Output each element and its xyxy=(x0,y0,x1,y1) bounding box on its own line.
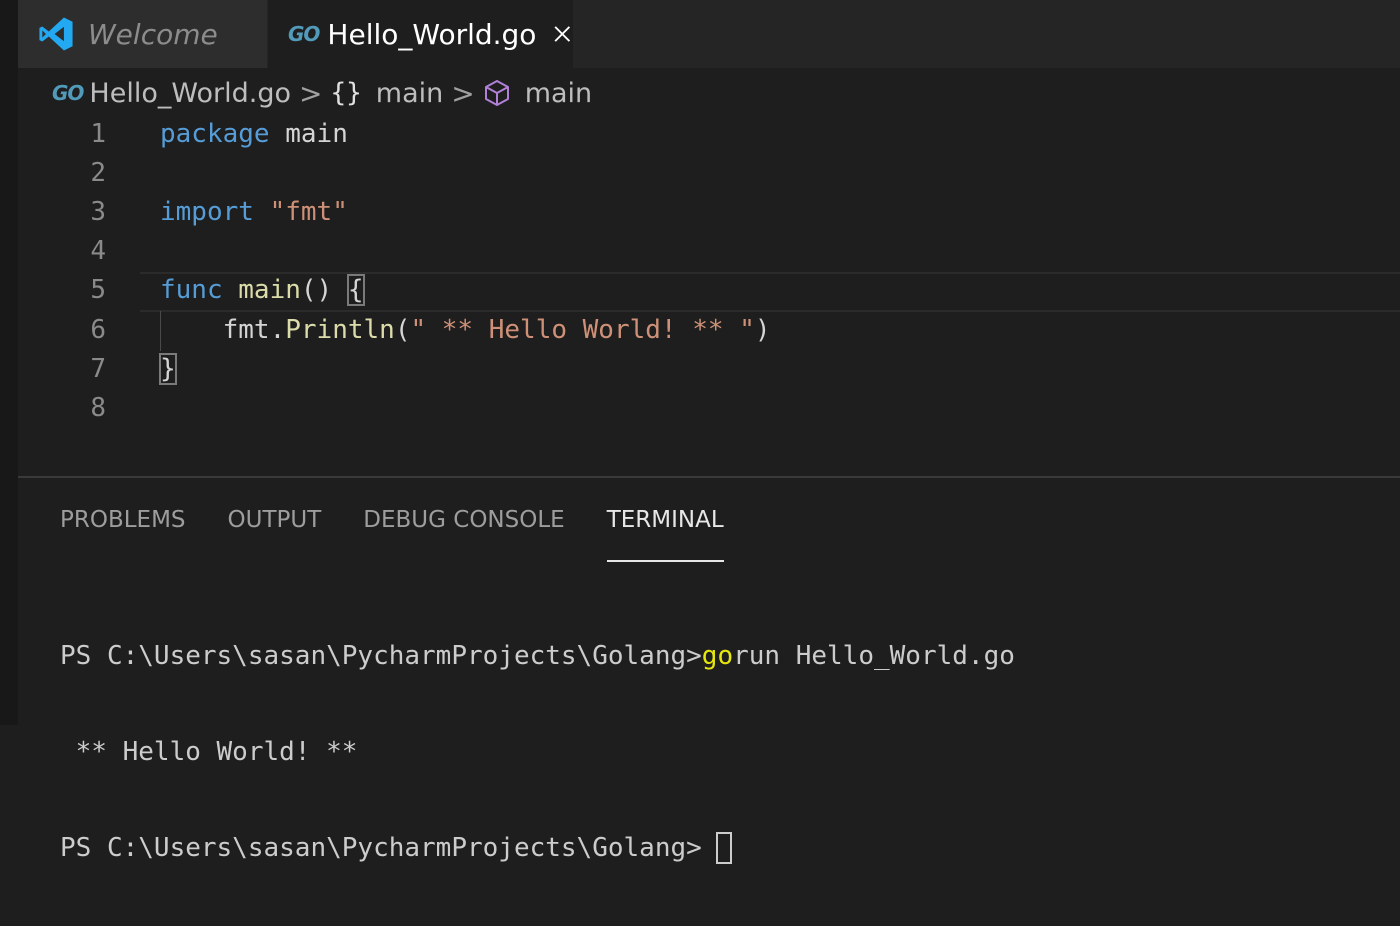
line-code: import "fmt" xyxy=(160,197,348,227)
terminal-output: ** Hello World! ** xyxy=(60,737,358,767)
terminal-output-line: ** Hello World! ** xyxy=(60,734,1015,770)
line-number: 7 xyxy=(90,353,106,384)
code-line[interactable]: 5 func main() { xyxy=(18,271,1400,310)
line-number: 5 xyxy=(90,275,106,306)
terminal[interactable]: PS C:\Users\sasan\PycharmProjects\Golang… xyxy=(60,578,1015,926)
terminal-command-go: go xyxy=(701,641,734,671)
code-token: () xyxy=(300,275,348,306)
breadcrumb-package[interactable]: main xyxy=(376,78,443,109)
code-token: main xyxy=(269,118,348,149)
terminal-command-args: run Hello_World.go xyxy=(733,641,1015,671)
line-code: fmt.Println(" ** Hello World! ** ") xyxy=(160,315,771,345)
code-line[interactable]: 7} xyxy=(18,349,1400,388)
code-token: fmt. xyxy=(160,314,286,345)
line-number: 8 xyxy=(90,392,106,423)
code-line[interactable]: 8 xyxy=(18,388,1400,427)
tab-problems[interactable]: PROBLEMS xyxy=(60,498,186,542)
code-token: " ** Hello World! ** " xyxy=(410,314,755,345)
breadcrumb: GO Hello_World.go > {} main > main xyxy=(52,72,592,114)
code-line[interactable]: 3 import "fmt" xyxy=(18,192,1400,231)
chevron-right-icon: > xyxy=(298,76,323,110)
editor-tab-bar: Welcome GO Hello_World.go xyxy=(18,0,1400,68)
terminal-command-line: PS C:\Users\sasan\PycharmProjects\Golang… xyxy=(60,638,1015,674)
panel-tab-bar: PROBLEMS OUTPUT DEBUG CONSOLE TERMINAL xyxy=(60,498,766,562)
code-line[interactable]: 4 xyxy=(18,232,1400,271)
tab-output[interactable]: OUTPUT xyxy=(228,498,322,542)
terminal-prompt-line: PS C:\Users\sasan\PycharmProjects\Golang… xyxy=(60,830,1015,866)
activity-bar-edge xyxy=(0,0,18,725)
code-token: "fmt" xyxy=(269,196,348,227)
breadcrumb-function[interactable]: main xyxy=(525,78,592,109)
code-line[interactable]: 2 xyxy=(18,153,1400,192)
tab-hello-world-label: Hello_World.go xyxy=(327,17,537,51)
line-number: 6 xyxy=(90,314,106,345)
line-number: 3 xyxy=(90,196,106,227)
code-token: package xyxy=(160,118,270,149)
code-editor[interactable]: 1 package main 2 3 import "fmt" 4 5 func main()… xyxy=(18,114,1400,476)
terminal-cursor xyxy=(715,832,732,864)
bottom-panel: PROBLEMS OUTPUT DEBUG CONSOLE TERMINAL P… xyxy=(18,478,1400,864)
code-token: Println xyxy=(285,314,395,345)
code-line[interactable]: 1 package main xyxy=(18,114,1400,153)
line-number: 1 xyxy=(90,118,106,149)
code-line[interactable]: 6 fmt.Println(" ** Hello World! ** ") xyxy=(18,310,1400,349)
braces-icon: {} xyxy=(330,78,362,108)
tab-welcome[interactable]: Welcome xyxy=(18,0,267,68)
code-token: { xyxy=(346,274,365,307)
line-number: 2 xyxy=(90,157,106,188)
tab-welcome-label: Welcome xyxy=(88,17,218,51)
breadcrumb-file[interactable]: Hello_World.go xyxy=(89,78,291,109)
close-icon[interactable] xyxy=(552,21,573,47)
terminal-prompt: PS C:\Users\sasan\PycharmProjects\Golang… xyxy=(60,641,702,671)
code-token: import xyxy=(160,196,254,227)
code-token: } xyxy=(159,352,177,385)
line-number: 4 xyxy=(90,236,106,267)
chevron-right-icon: > xyxy=(451,76,475,110)
code-token: ( xyxy=(394,314,411,345)
vscode-logo-icon xyxy=(39,17,73,51)
code-token: ) xyxy=(754,314,771,345)
line-code: func main() { xyxy=(160,274,365,307)
tab-terminal[interactable]: TERMINAL xyxy=(606,498,724,562)
terminal-prompt: PS C:\Users\sasan\PycharmProjects\Golang… xyxy=(60,833,702,863)
go-file-icon: GO xyxy=(52,81,84,105)
code-token: func xyxy=(160,275,223,306)
line-code: package main xyxy=(160,119,348,149)
cube-icon xyxy=(484,80,509,106)
line-code: } xyxy=(159,352,177,385)
go-file-icon: GO xyxy=(288,22,320,46)
tab-debug-console[interactable]: DEBUG CONSOLE xyxy=(363,498,564,542)
tab-hello-world[interactable]: GO Hello_World.go xyxy=(268,0,573,68)
code-token: main xyxy=(238,275,301,306)
